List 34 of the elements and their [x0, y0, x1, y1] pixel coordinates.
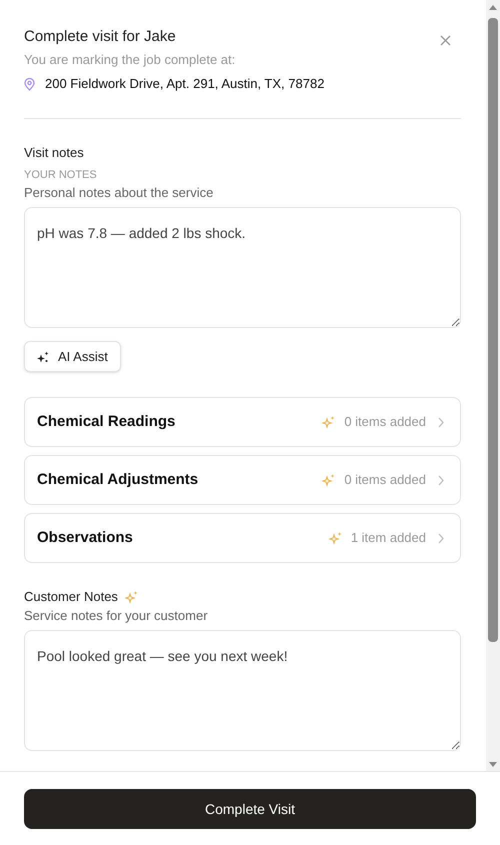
location-pin-icon — [24, 78, 35, 90]
section-eyebrow: YOUR NOTES — [24, 168, 98, 183]
section-heading: Visit notes — [24, 145, 85, 161]
chevron-right-icon — [438, 416, 444, 428]
subtitle: You are marking the job complete at: — [24, 52, 236, 68]
section-title: Observations — [37, 528, 134, 548]
ai-assist-button[interactable]: AI Assist — [24, 341, 121, 372]
sparkle-icon — [322, 473, 336, 487]
customer-notes-field[interactable]: Pool looked great — see you next week! — [24, 630, 461, 751]
sparkle-icon — [322, 415, 336, 429]
section-row[interactable]: Chemical Readings 0 items added — [24, 397, 461, 447]
section-title: Chemical Adjustments — [37, 470, 200, 490]
item-count: 0 items added — [344, 413, 426, 432]
sparkle-icon — [124, 590, 139, 604]
item-count: 1 item added — [350, 529, 426, 548]
section-row[interactable]: Chemical Adjustments 0 items added — [24, 455, 461, 505]
item-count: 0 items added — [344, 471, 426, 490]
section-description: Service notes for your customer — [24, 608, 209, 624]
scrollbar[interactable] — [486, 0, 500, 771]
section-description: Personal notes about the service — [24, 185, 214, 201]
dialog-title: Complete visit for Jake — [24, 27, 176, 47]
complete-visit-button[interactable]: Complete Visit — [24, 789, 476, 829]
chevron-right-icon — [438, 532, 444, 544]
section-title: Chemical Readings — [37, 412, 176, 432]
sparkle-icon — [37, 350, 49, 362]
close-icon[interactable] — [440, 35, 451, 46]
section-heading: Customer Notes — [24, 589, 118, 605]
address: 200 Fieldwork Drive, Apt. 291, Austin, TX, 78782 — [45, 76, 324, 92]
section-row[interactable]: Observations 1 item added — [24, 513, 461, 563]
visit-notes-field[interactable]: pH was 7.8 — added 2 lbs shock. — [24, 207, 461, 328]
scroll-down-icon[interactable] — [489, 762, 497, 767]
chevron-right-icon — [438, 474, 444, 486]
scroll-up-icon[interactable] — [489, 5, 497, 10]
sparkle-icon — [328, 531, 343, 545]
